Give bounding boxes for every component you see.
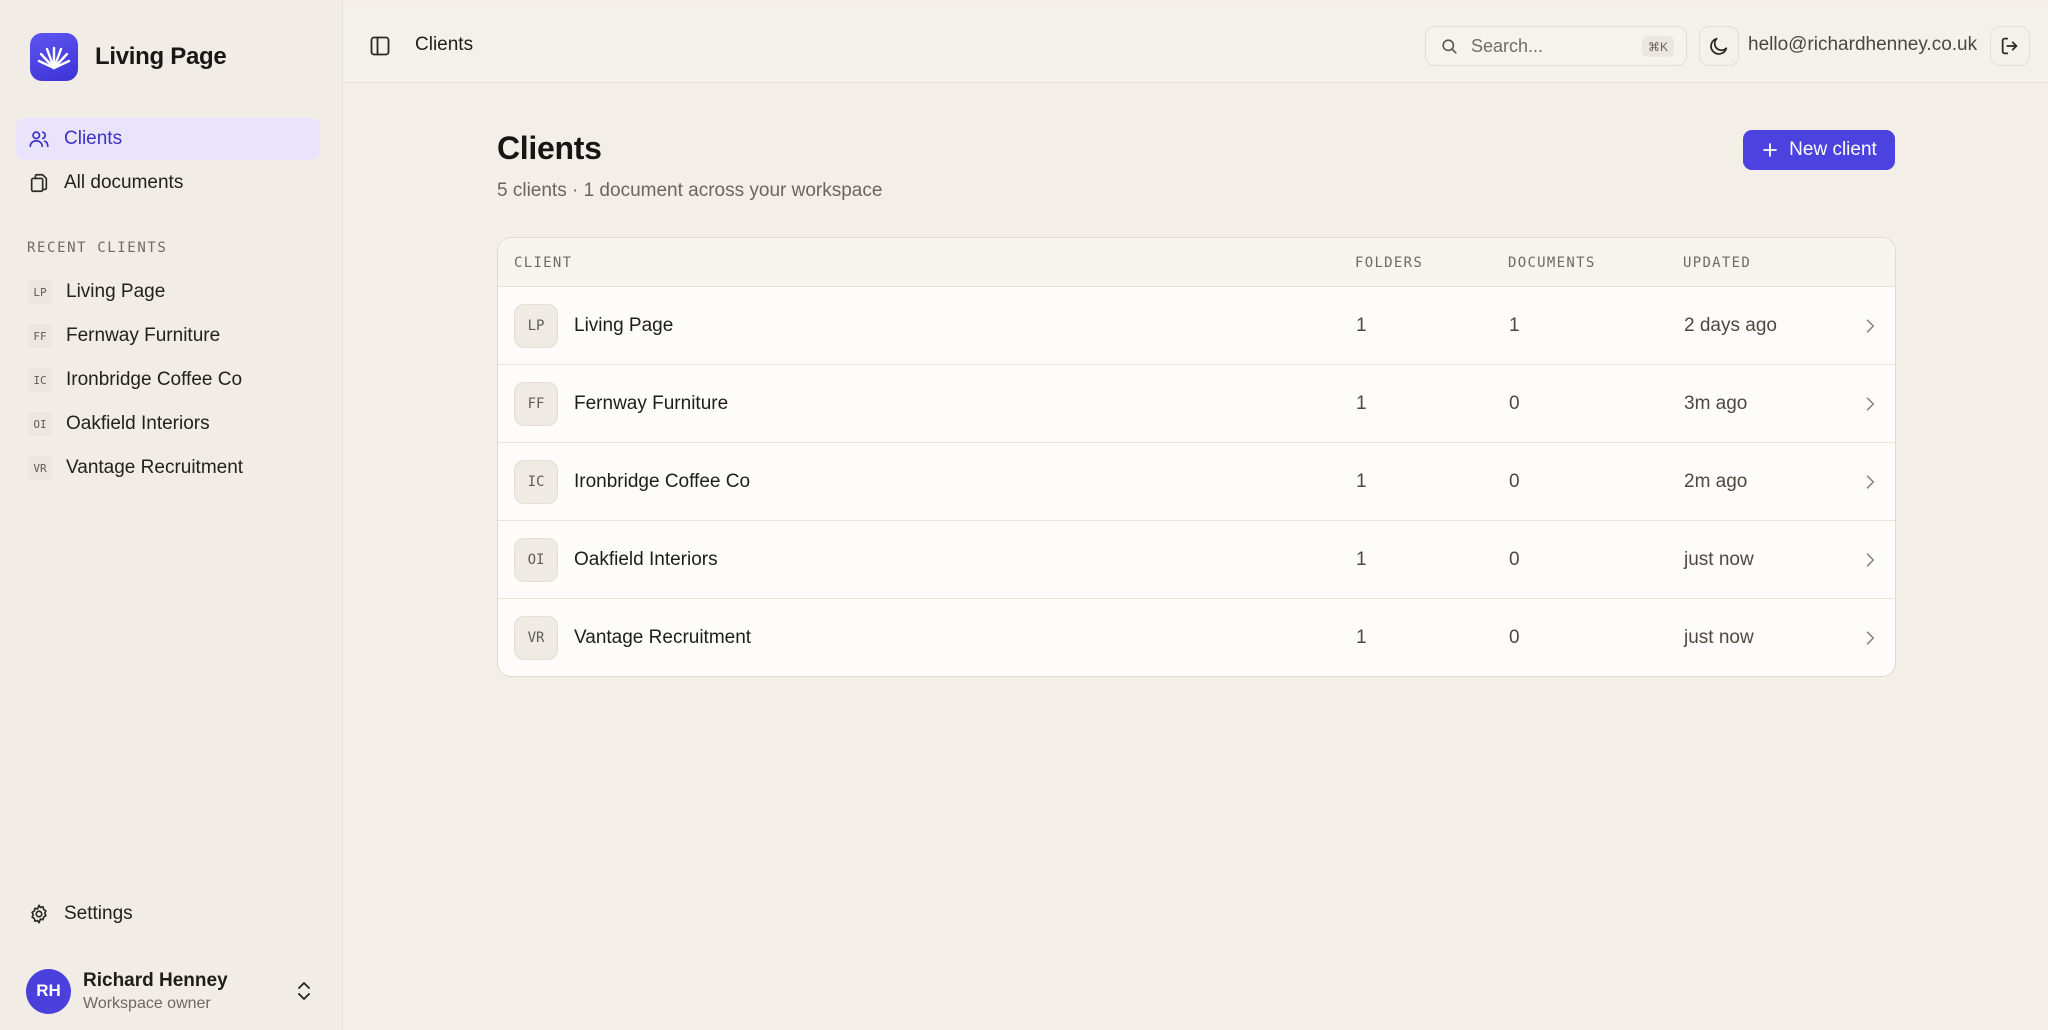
client-initials-badge: IC bbox=[28, 368, 52, 392]
chevron-right-icon bbox=[1866, 553, 1875, 567]
new-client-label: New client bbox=[1789, 139, 1877, 160]
nav-item-all-documents[interactable]: All documents bbox=[16, 162, 320, 204]
page-breadcrumb: Clients bbox=[415, 34, 474, 55]
nav-item-label: Clients bbox=[64, 128, 123, 149]
folders-count: 1 bbox=[1356, 627, 1367, 648]
updated-time: 2 days ago bbox=[1684, 315, 1777, 336]
folders-count: 1 bbox=[1356, 315, 1367, 336]
client-initials-badge: LP bbox=[28, 280, 52, 304]
recent-client-item[interactable]: VR Vantage Recruitment bbox=[16, 446, 320, 490]
chevron-right-icon bbox=[1866, 631, 1875, 645]
users-icon bbox=[29, 131, 49, 148]
column-header-documents[interactable]: DOCUMENTS bbox=[1508, 255, 1596, 271]
nav-item-clients[interactable]: Clients bbox=[16, 118, 320, 160]
client-initials-badge: OI bbox=[28, 412, 52, 436]
nav-item-settings[interactable]: Settings bbox=[16, 893, 320, 935]
page-title: Clients bbox=[497, 130, 602, 166]
client-initials-badge: IC bbox=[514, 460, 558, 504]
main-nav: Clients All documents bbox=[16, 118, 320, 206]
folders-count: 1 bbox=[1356, 471, 1367, 492]
recent-clients-list: LP Living Page FF Fernway Furniture IC I… bbox=[16, 270, 320, 490]
documents-count: 0 bbox=[1509, 471, 1520, 492]
recent-clients-heading: RECENT CLIENTS bbox=[27, 240, 168, 256]
client-name: Ironbridge Coffee Co bbox=[574, 471, 751, 492]
recent-client-name: Fernway Furniture bbox=[66, 325, 221, 346]
table-row[interactable]: FF Fernway Furniture 1 0 3m ago bbox=[498, 365, 1895, 443]
user-name: Richard Henney bbox=[83, 969, 228, 991]
client-initials-badge: VR bbox=[28, 456, 52, 480]
user-email: hello@richardhenney.co.uk bbox=[1748, 34, 1978, 55]
user-role: Workspace owner bbox=[83, 994, 211, 1012]
recent-client-name: Ironbridge Coffee Co bbox=[66, 369, 243, 390]
logout-button[interactable] bbox=[1990, 26, 2030, 66]
chevron-right-icon bbox=[1866, 397, 1875, 411]
client-name: Vantage Recruitment bbox=[574, 627, 752, 648]
documents-count: 0 bbox=[1509, 627, 1520, 648]
clients-table: CLIENT FOLDERS DOCUMENTS UPDATED LP Livi… bbox=[497, 237, 1896, 677]
search-input[interactable]: Search... ⌘K bbox=[1425, 26, 1687, 66]
column-header-updated[interactable]: UPDATED bbox=[1683, 255, 1751, 271]
updated-time: just now bbox=[1684, 549, 1754, 570]
recent-client-item[interactable]: LP Living Page bbox=[16, 270, 320, 314]
moon-icon bbox=[1710, 37, 1728, 55]
documents-icon bbox=[30, 173, 48, 193]
page-subtitle: 5 clients · 1 document across your works… bbox=[497, 180, 883, 201]
client-initials-badge: FF bbox=[514, 382, 558, 426]
client-initials-badge: OI bbox=[514, 538, 558, 582]
recent-client-name: Living Page bbox=[66, 281, 166, 302]
search-icon bbox=[1442, 38, 1457, 54]
client-name: Living Page bbox=[574, 315, 674, 336]
theme-toggle-button[interactable] bbox=[1699, 26, 1739, 66]
sidebar: Living Page Clients All documents RECENT… bbox=[0, 0, 343, 1030]
client-initials-badge: LP bbox=[514, 304, 558, 348]
sidebar-toggle-icon[interactable] bbox=[368, 34, 392, 58]
chevron-right-icon bbox=[1866, 475, 1875, 489]
settings-nav: Settings bbox=[16, 893, 320, 937]
client-name: Oakfield Interiors bbox=[574, 549, 718, 570]
avatar: RH bbox=[26, 968, 71, 1014]
settings-label: Settings bbox=[64, 903, 133, 924]
chevron-up-down-icon[interactable] bbox=[292, 979, 316, 1003]
table-row[interactable]: IC Ironbridge Coffee Co 1 0 2m ago bbox=[498, 443, 1895, 521]
client-name: Fernway Furniture bbox=[574, 393, 729, 414]
user-menu[interactable]: RH Richard Henney Workspace owner bbox=[26, 967, 316, 1015]
updated-time: 2m ago bbox=[1684, 471, 1748, 492]
updated-time: just now bbox=[1684, 627, 1754, 648]
documents-count: 1 bbox=[1509, 315, 1520, 336]
folders-count: 1 bbox=[1356, 393, 1367, 414]
gear-icon bbox=[31, 904, 47, 924]
brand-name: Living Page bbox=[95, 43, 227, 70]
living-page-logo-icon bbox=[30, 33, 78, 81]
user-info: Richard Henney Workspace owner bbox=[83, 970, 228, 1013]
nav-item-label: All documents bbox=[64, 172, 184, 193]
table-row[interactable]: VR Vantage Recruitment 1 0 just now bbox=[498, 599, 1895, 676]
brand[interactable]: Living Page bbox=[30, 33, 227, 81]
folders-count: 1 bbox=[1356, 549, 1367, 570]
recent-client-item[interactable]: IC Ironbridge Coffee Co bbox=[16, 358, 320, 402]
new-client-button[interactable]: New client bbox=[1743, 130, 1895, 170]
logout-icon bbox=[2001, 37, 2018, 55]
column-header-folders[interactable]: FOLDERS bbox=[1355, 255, 1423, 271]
client-initials-badge: FF bbox=[28, 324, 52, 348]
documents-count: 0 bbox=[1509, 393, 1520, 414]
recent-client-item[interactable]: FF Fernway Furniture bbox=[16, 314, 320, 358]
documents-count: 0 bbox=[1509, 549, 1520, 570]
plus-icon bbox=[1763, 143, 1778, 157]
updated-time: 3m ago bbox=[1684, 393, 1748, 414]
search-placeholder: Search... bbox=[1471, 35, 1544, 56]
chevron-right-icon bbox=[1866, 319, 1875, 333]
table-header: CLIENT FOLDERS DOCUMENTS UPDATED bbox=[498, 238, 1895, 287]
recent-client-name: Vantage Recruitment bbox=[66, 457, 244, 478]
recent-client-item[interactable]: OI Oakfield Interiors bbox=[16, 402, 320, 446]
table-row[interactable]: LP Living Page 1 1 2 days ago bbox=[498, 287, 1895, 365]
client-initials-badge: VR bbox=[514, 616, 558, 660]
search-shortcut-badge: ⌘K bbox=[1641, 36, 1674, 57]
column-header-client[interactable]: CLIENT bbox=[514, 255, 572, 271]
topbar: Clients Search... ⌘K hello@richardhenney… bbox=[344, 8, 2048, 83]
table-row[interactable]: OI Oakfield Interiors 1 0 just now bbox=[498, 521, 1895, 599]
recent-client-name: Oakfield Interiors bbox=[66, 413, 210, 434]
